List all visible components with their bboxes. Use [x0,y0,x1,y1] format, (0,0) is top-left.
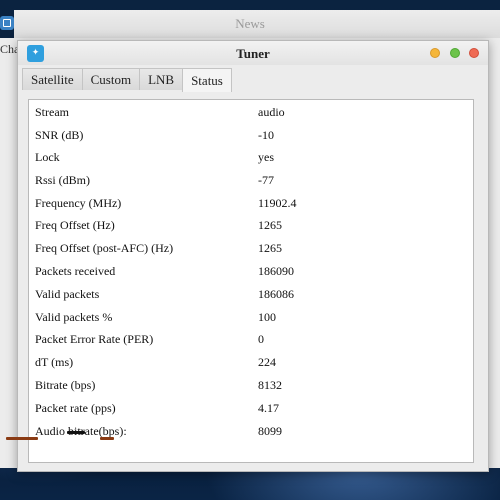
status-key: Valid packets % [35,310,113,324]
status-value: 224 [258,355,276,369]
tab-bar: Satellite Custom LNB Status [22,68,232,92]
status-value: 1265 [258,218,282,232]
annotation-mark [6,437,38,440]
status-row: Packet Error Rate (PER) 0 [35,328,465,350]
status-panel: Stream audio SNR (dB) -10 Lock yes Rssi (dB… [28,99,474,463]
status-key: dT (ms) [35,355,74,369]
status-value: 4.17 [258,401,279,415]
status-value: -77 [258,173,274,187]
status-row: Lock yes [35,146,465,168]
status-value: 186086 [258,287,294,301]
status-value: 11902.4 [258,196,297,210]
annotation-mark [100,437,114,440]
status-key: Stream [35,105,69,119]
status-row: dT (ms) 224 [35,351,465,373]
status-value: audio [258,105,285,119]
status-key: Bitrate (bps) [35,378,96,392]
status-row: SNR (dB) -10 [35,124,465,146]
status-key: Valid packets [35,287,100,301]
status-key: Lock [35,150,60,164]
tab-custom[interactable]: Custom [81,68,141,90]
status-key: Rssi (dBm) [35,173,91,187]
tuner-titlebar[interactable]: ✦ Tuner [18,41,488,65]
status-key: Freq Offset (Hz) [35,218,115,232]
tab-lnb[interactable]: LNB [139,68,184,90]
annotation-mark [67,431,85,434]
close-button[interactable] [469,48,479,58]
status-value: 0 [258,332,264,346]
status-value: 1265 [258,241,282,255]
status-key: Frequency (MHz) [35,196,122,210]
status-row: Valid packets 186086 [35,283,465,305]
status-row: Freq Offset (Hz) 1265 [35,214,465,236]
status-value: 186090 [258,264,294,278]
status-value: 8099 [258,424,282,438]
status-row: Bitrate (bps) 8132 [35,374,465,396]
status-value: yes [258,150,274,164]
status-row: Valid packets % 100 [35,306,465,328]
status-row: Freq Offset (post-AFC) (Hz) 1265 [35,237,465,259]
status-key: Packet Error Rate (PER) [35,332,154,346]
status-value: 100 [258,310,276,324]
status-key: SNR (dB) [35,128,84,142]
status-row: Rssi (dBm) -77 [35,169,465,191]
status-row: Packet rate (pps) 4.17 [35,397,465,419]
status-key: Freq Offset (post-AFC) (Hz) [35,241,174,255]
status-value: 8132 [258,378,282,392]
status-row: Stream audio [35,101,465,123]
tab-satellite[interactable]: Satellite [22,68,83,90]
minimize-button[interactable] [430,48,440,58]
status-row: Packets received 186090 [35,260,465,282]
status-key: Packets received [35,264,116,278]
tuner-window: ✦ Tuner Satellite Custom LNB Status Stre… [17,40,489,472]
news-window-title: News [235,16,265,31]
tab-status[interactable]: Status [182,68,232,92]
status-row: Frequency (MHz) 11902.4 [35,192,465,214]
status-value: -10 [258,128,274,142]
window-title: Tuner [236,46,270,61]
maximize-button[interactable] [450,48,460,58]
status-key: Packet rate (pps) [35,401,116,415]
